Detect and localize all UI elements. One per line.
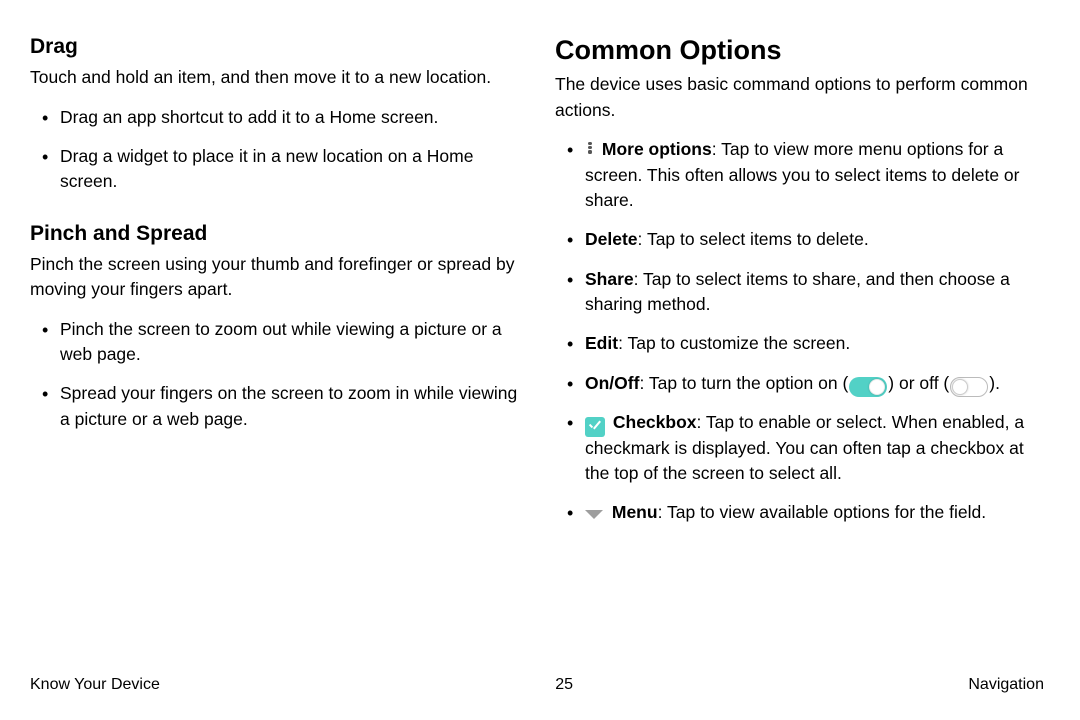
list-item: Spread your fingers on the screen to zoo… xyxy=(30,381,519,432)
toggle-on-icon xyxy=(849,377,887,397)
pinch-bullet-list: Pinch the screen to zoom out while viewi… xyxy=(30,317,519,433)
drag-bullet-list: Drag an app shortcut to add it to a Home… xyxy=(30,105,519,195)
common-options-list: More options: Tap to view more menu opti… xyxy=(555,137,1044,526)
page-footer: Know Your Device 25 Navigation xyxy=(30,676,1044,694)
right-column: Common Options The device uses basic com… xyxy=(555,34,1044,720)
menu-text: : Tap to view available options for the … xyxy=(658,502,986,522)
list-item-checkbox: Checkbox: Tap to enable or select. When … xyxy=(555,410,1044,486)
common-options-intro: The device uses basic command options to… xyxy=(555,72,1044,123)
share-label: Share xyxy=(585,269,634,289)
checkbox-icon xyxy=(585,417,605,437)
list-item-onoff: On/Off: Tap to turn the option on ( ) or … xyxy=(555,371,1044,396)
onoff-label: On/Off xyxy=(585,373,639,393)
footer-left: Know Your Device xyxy=(30,676,160,694)
page-body: Drag Touch and hold an item, and then mo… xyxy=(0,0,1080,720)
list-item-menu: Menu: Tap to view available options for … xyxy=(555,500,1044,525)
list-item-delete: Delete: Tap to select items to delete. xyxy=(555,227,1044,252)
list-item: Drag a widget to place it in a new locat… xyxy=(30,144,519,195)
toggle-off-icon xyxy=(950,377,988,397)
delete-label: Delete xyxy=(585,229,638,249)
drag-intro: Touch and hold an item, and then move it… xyxy=(30,65,519,90)
more-options-icon xyxy=(585,141,595,159)
list-item: Drag an app shortcut to add it to a Home… xyxy=(30,105,519,130)
list-item-more-options: More options: Tap to view more menu opti… xyxy=(555,137,1044,213)
menu-label: Menu xyxy=(612,502,658,522)
share-text: : Tap to select items to share, and then… xyxy=(585,269,1010,314)
list-item: Pinch the screen to zoom out while viewi… xyxy=(30,317,519,368)
onoff-pre: : Tap to turn the option on ( xyxy=(639,373,848,393)
onoff-mid: ) or off ( xyxy=(888,373,949,393)
checkbox-label: Checkbox xyxy=(613,412,697,432)
footer-page-number: 25 xyxy=(555,676,573,694)
left-column: Drag Touch and hold an item, and then mo… xyxy=(30,34,519,720)
more-options-label: More options xyxy=(602,139,712,159)
drag-heading: Drag xyxy=(30,34,519,59)
delete-text: : Tap to select items to delete. xyxy=(638,229,869,249)
pinch-intro: Pinch the screen using your thumb and fo… xyxy=(30,252,519,303)
onoff-post: ). xyxy=(989,373,1000,393)
chevron-down-icon xyxy=(585,510,603,519)
list-item-edit: Edit: Tap to customize the screen. xyxy=(555,331,1044,356)
footer-right: Navigation xyxy=(968,676,1044,694)
list-item-share: Share: Tap to select items to share, and… xyxy=(555,267,1044,318)
edit-text: : Tap to customize the screen. xyxy=(618,333,850,353)
common-options-heading: Common Options xyxy=(555,34,1044,66)
edit-label: Edit xyxy=(585,333,618,353)
pinch-heading: Pinch and Spread xyxy=(30,221,519,246)
